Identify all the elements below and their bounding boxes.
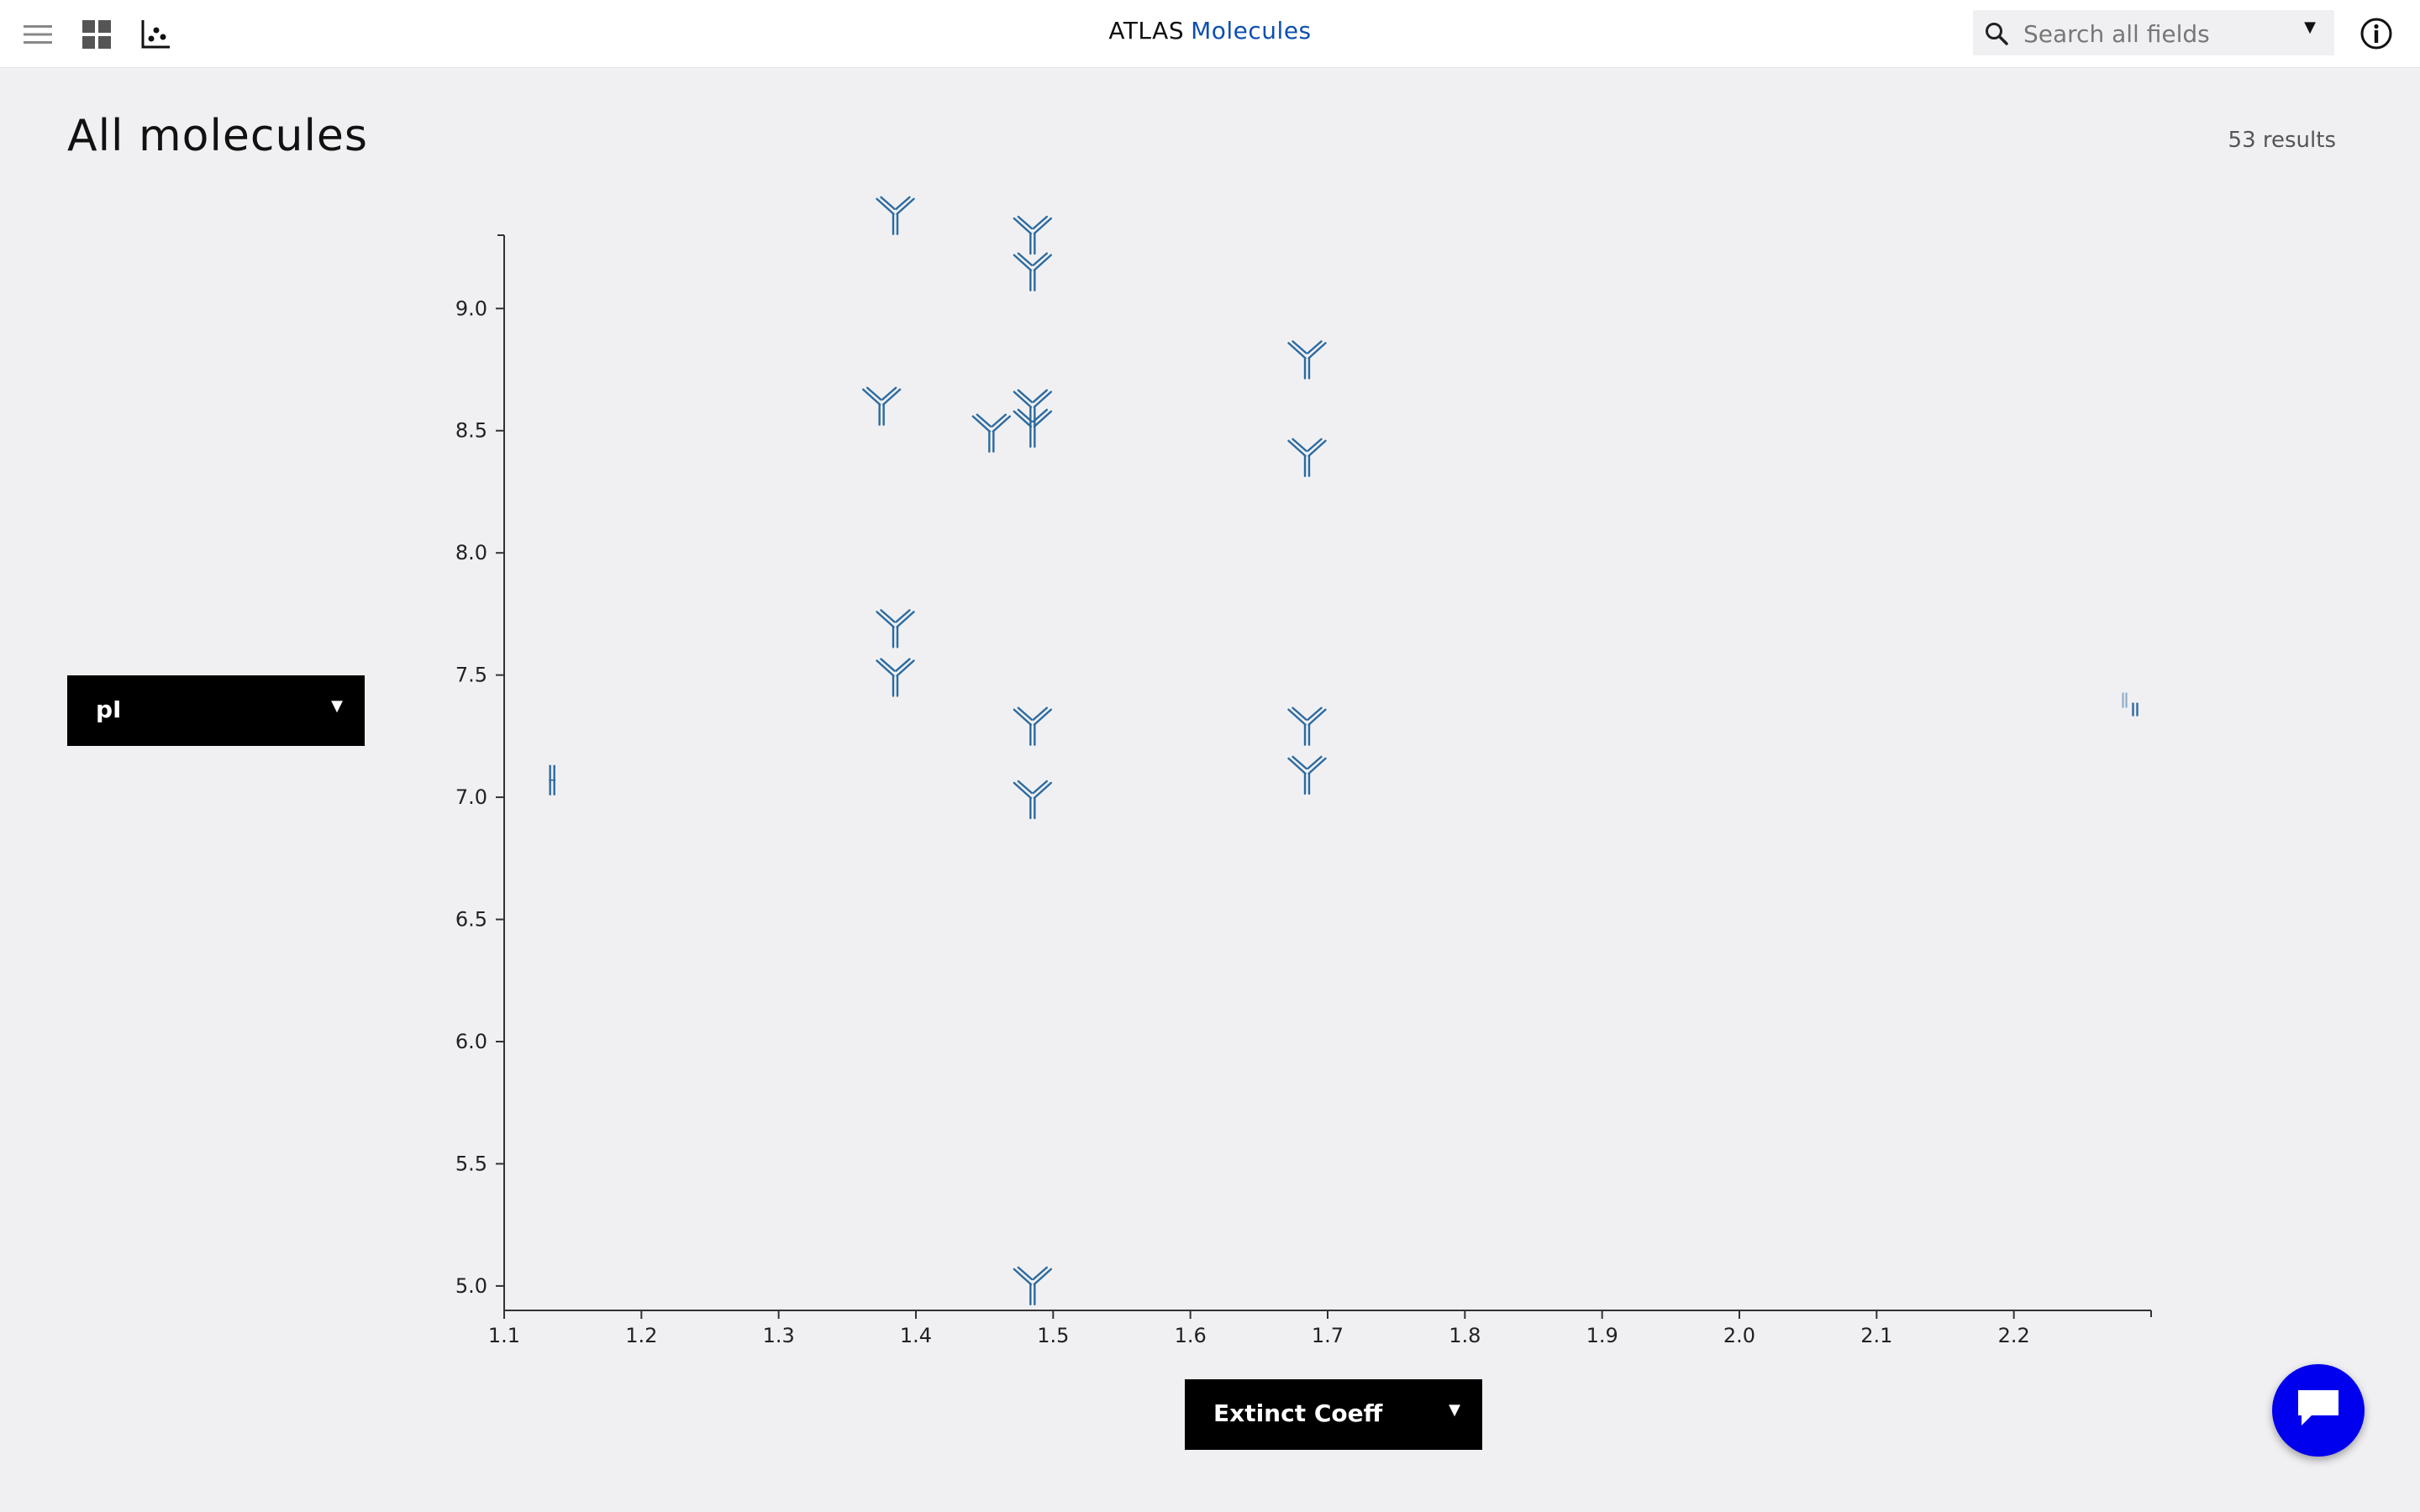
antibody-marker[interactable]	[876, 609, 915, 648]
x-tick-label: 1.7	[1312, 1324, 1344, 1347]
chat-button[interactable]	[2272, 1364, 2365, 1457]
x-tick-label: 1.3	[763, 1324, 795, 1347]
x-tick-label: 1.6	[1175, 1324, 1207, 1347]
y-axis-select-label: pI	[96, 696, 122, 723]
x-tick-label: 2.0	[1723, 1324, 1755, 1347]
scatter-chart: 1.1 1.2 1.3 1.4 1.5 1.6 1.7 1.8 1.9 2.0 2.1 2.2 5.0 5…	[420, 185, 2185, 1364]
x-tick-label: 2.2	[1998, 1324, 2030, 1347]
x-tick-label: 2.1	[1860, 1324, 1892, 1347]
page-title: All molecules	[67, 111, 368, 161]
x-axis-select[interactable]: Extinct Coeff ▼	[1185, 1379, 1482, 1450]
antibody-marker[interactable]	[1287, 340, 1327, 380]
chevron-down-icon: ▼	[331, 697, 343, 715]
chevron-down-icon: ▼	[1449, 1401, 1460, 1419]
y-tick-label: 8.0	[455, 541, 487, 564]
y-tick-label: 6.0	[455, 1030, 487, 1053]
scatter-chart-svg: 1.1 1.2 1.3 1.4 1.5 1.6 1.7 1.8 1.9 2.0 2.1 2.2 5.0 5…	[455, 196, 2152, 1347]
antibody-marker[interactable]	[1013, 780, 1053, 820]
search-input[interactable]	[2022, 17, 2277, 50]
antibody-marker[interactable]	[876, 658, 915, 697]
y-tick-label: 5.5	[455, 1152, 487, 1175]
top-navigation-bar: ATLASMolecules ▼	[0, 0, 2420, 68]
fragment-marker[interactable]	[549, 764, 556, 795]
antibody-marker[interactable]	[1013, 215, 1053, 255]
chat-bubble-icon	[2295, 1387, 2342, 1434]
antibody-marker[interactable]	[876, 196, 915, 235]
antibody-marker[interactable]	[1013, 706, 1053, 746]
antibody-marker[interactable]	[1287, 438, 1327, 477]
y-tick-label: 7.0	[455, 785, 487, 809]
fragment-marker[interactable]	[2122, 692, 2139, 717]
y-tick-label: 8.5	[455, 419, 487, 443]
x-axis-select-label: Extinct Coeff	[1213, 1399, 1383, 1427]
y-axis-select[interactable]: pI ▼	[67, 675, 365, 746]
brand-name: Molecules	[1191, 17, 1312, 45]
x-tick-label: 1.2	[625, 1324, 657, 1347]
x-tick-label: 1.4	[900, 1324, 932, 1347]
result-count: 53 results	[2228, 128, 2336, 153]
search-filter-dropdown-icon[interactable]: ▼	[2304, 18, 2316, 36]
antibody-marker[interactable]	[971, 413, 1012, 453]
x-tick-label: 1.5	[1037, 1324, 1069, 1347]
antibody-marker[interactable]	[861, 386, 902, 426]
brand-prefix: ATLAS	[1108, 17, 1185, 45]
search-box: ▼	[1973, 10, 2334, 55]
y-tick-label: 9.0	[455, 297, 487, 320]
y-tick-label: 5.0	[455, 1274, 487, 1298]
antibody-marker[interactable]	[1013, 408, 1053, 449]
antibody-marker[interactable]	[1287, 706, 1327, 746]
antibody-marker[interactable]	[1013, 1266, 1053, 1306]
info-icon[interactable]	[2360, 17, 2393, 50]
x-tick-label: 1.1	[488, 1324, 520, 1347]
x-tick-label: 1.8	[1449, 1324, 1481, 1347]
search-icon	[1985, 22, 2008, 49]
y-tick-label: 7.5	[455, 664, 487, 687]
x-tick-label: 1.9	[1586, 1324, 1618, 1347]
antibody-marker[interactable]	[1013, 252, 1053, 291]
y-tick-label: 6.5	[455, 908, 487, 932]
antibody-marker[interactable]	[1287, 755, 1327, 795]
